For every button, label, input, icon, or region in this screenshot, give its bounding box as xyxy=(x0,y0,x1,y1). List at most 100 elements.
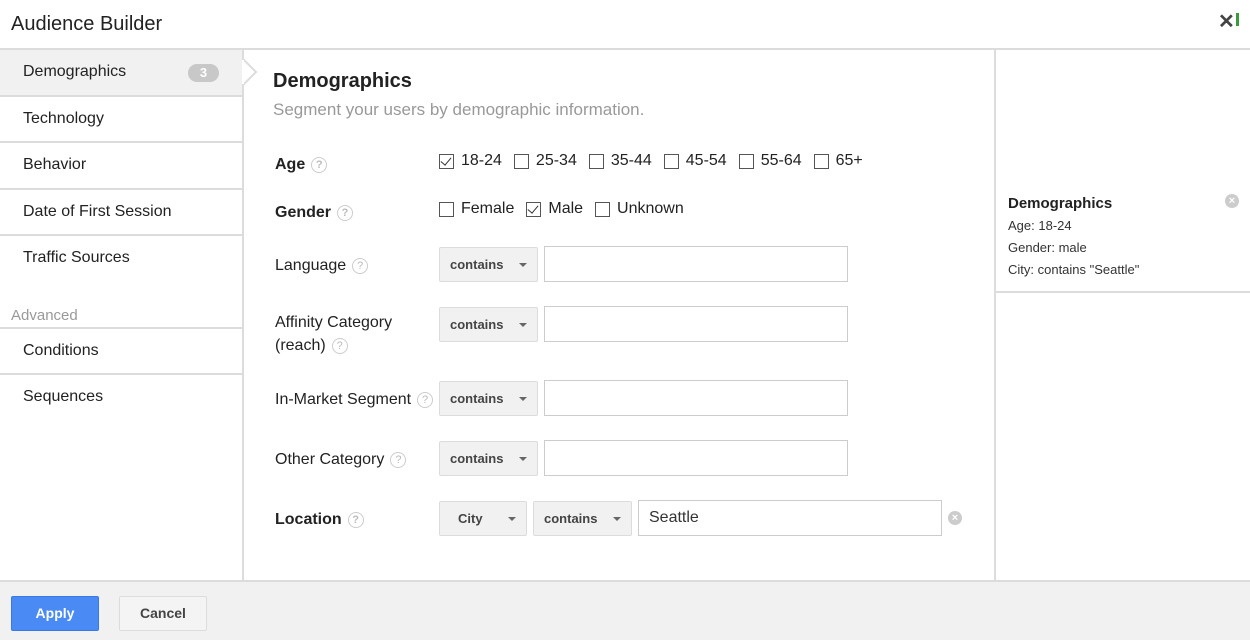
gender-checkbox-group: Female Male Unknown xyxy=(439,200,696,218)
close-indicator xyxy=(1236,13,1239,26)
help-icon[interactable]: ? xyxy=(352,257,369,274)
summary-title: Demographics xyxy=(1008,195,1113,212)
language-label: Language? xyxy=(275,254,369,277)
help-icon[interactable]: ? xyxy=(331,337,348,354)
help-icon[interactable]: ? xyxy=(390,451,407,468)
sidebar-item-label: Traffic Sources xyxy=(23,249,130,266)
location-label-text: Location xyxy=(275,511,342,528)
checkbox-label: 65+ xyxy=(835,152,863,169)
summary-line: Age: 18-24 xyxy=(1008,218,1072,233)
sidebar-item-demographics[interactable]: Demographics 3 xyxy=(0,50,242,97)
sidebar-item-label: Date of First Session xyxy=(23,202,172,220)
clear-location-icon[interactable]: × xyxy=(948,511,962,525)
checkbox[interactable] xyxy=(513,153,529,169)
remove-summary-icon[interactable]: × xyxy=(1225,194,1239,208)
sidebar-item-technology[interactable]: Technology xyxy=(0,97,242,143)
location-label: Location? xyxy=(275,508,364,531)
in-market-label-text: In-Market Segment xyxy=(275,391,412,408)
sidebar-item-traffic-sources[interactable]: Traffic Sources xyxy=(0,236,242,283)
sidebar-item-behavior[interactable]: Behavior xyxy=(0,143,242,190)
help-icon[interactable]: ? xyxy=(337,204,354,221)
sidebar-item-label: Demographics xyxy=(23,63,127,80)
sidebar-item-sequences[interactable]: Sequences xyxy=(0,375,242,422)
other-label-text: Other Category xyxy=(275,451,385,468)
age-label: Age? xyxy=(275,153,328,176)
affinity-operator-select[interactable]: contains xyxy=(439,307,538,342)
dialog-header: Audience Builder ✕ xyxy=(0,0,1250,50)
chevron-down-icon xyxy=(519,457,527,461)
gender-label: Gender? xyxy=(275,201,354,224)
in-market-segment-label: In-Market Segment? xyxy=(275,388,434,411)
select-value: contains xyxy=(450,391,504,406)
language-input[interactable] xyxy=(544,246,848,282)
checkbox-checked[interactable] xyxy=(526,201,542,217)
sidebar-item-label: Behavior xyxy=(23,156,87,173)
affinity-category-input[interactable] xyxy=(544,306,848,342)
other-category-label: Other Category? xyxy=(275,448,407,471)
checkbox-label: 25-34 xyxy=(535,152,577,169)
help-icon[interactable]: ? xyxy=(311,156,328,173)
checkbox-label: 45-54 xyxy=(685,152,727,169)
select-value: City xyxy=(458,511,483,526)
age-checkbox-35-44[interactable]: 35-44 xyxy=(588,152,652,170)
age-label-text: Age xyxy=(275,156,306,173)
summary-line: Gender: male xyxy=(1008,240,1087,255)
sidebar-item-label: Technology xyxy=(23,109,104,127)
close-icon[interactable]: ✕ xyxy=(1218,9,1235,34)
age-checkbox-55-64[interactable]: 55-64 xyxy=(738,152,802,170)
sidebar-item-label: Sequences xyxy=(23,388,104,405)
section-title: Demographics xyxy=(273,70,412,92)
affinity-label-line1: Affinity Category xyxy=(275,314,393,331)
age-checkbox-25-34[interactable]: 25-34 xyxy=(513,152,577,170)
summary-line: City: contains "Seattle" xyxy=(1008,262,1140,277)
location-operator-select[interactable]: contains xyxy=(533,501,632,536)
in-market-operator-select[interactable]: contains xyxy=(439,381,538,416)
help-icon[interactable]: ? xyxy=(417,391,434,408)
checkbox-checked[interactable] xyxy=(439,153,454,169)
gender-checkbox-male[interactable]: Male xyxy=(526,200,583,218)
other-operator-select[interactable]: contains xyxy=(439,441,538,476)
summary-card: Demographics × Age: 18-24 Gender: male C… xyxy=(996,180,1250,293)
chevron-down-icon xyxy=(519,263,527,267)
checkbox-label: Male xyxy=(548,200,584,217)
sidebar: Demographics 3 Technology Behavior Date … xyxy=(0,50,244,580)
select-value: contains xyxy=(450,257,504,272)
age-checkbox-65-plus[interactable]: 65+ xyxy=(813,152,863,170)
chevron-down-icon xyxy=(508,517,516,521)
checkbox[interactable] xyxy=(738,153,754,169)
age-checkbox-45-54[interactable]: 45-54 xyxy=(663,152,727,170)
summary-panel: Demographics × Age: 18-24 Gender: male C… xyxy=(994,50,1250,580)
checkbox[interactable] xyxy=(588,153,604,169)
age-checkbox-18-24[interactable]: 18-24 xyxy=(439,152,502,170)
other-category-input[interactable] xyxy=(544,440,848,476)
in-market-segment-input[interactable] xyxy=(544,380,848,416)
sidebar-item-conditions[interactable]: Conditions xyxy=(0,329,242,375)
select-value: contains xyxy=(544,511,598,526)
gender-checkbox-unknown[interactable]: Unknown xyxy=(595,200,684,218)
location-dimension-select[interactable]: City xyxy=(439,501,527,536)
section-heading-advanced: Advanced xyxy=(0,283,242,329)
language-operator-select[interactable]: contains xyxy=(439,247,538,282)
checkbox[interactable] xyxy=(663,153,679,169)
help-icon[interactable]: ? xyxy=(347,511,364,528)
checkbox-label: Unknown xyxy=(617,200,684,217)
affinity-label-line2: (reach) xyxy=(275,337,326,354)
checkbox[interactable] xyxy=(595,201,611,217)
select-value: contains xyxy=(450,451,504,466)
cancel-button[interactable]: Cancel xyxy=(119,596,207,631)
checkbox[interactable] xyxy=(813,153,829,169)
location-input[interactable] xyxy=(638,500,942,536)
chevron-down-icon xyxy=(519,323,527,327)
dialog-title: Audience Builder xyxy=(11,13,163,35)
count-badge: 3 xyxy=(188,64,219,82)
select-value: contains xyxy=(450,317,504,332)
checkbox[interactable] xyxy=(439,201,454,217)
gender-label-text: Gender xyxy=(275,204,332,221)
sidebar-item-date-of-first-session[interactable]: Date of First Session xyxy=(0,190,242,236)
gender-checkbox-female[interactable]: Female xyxy=(439,200,514,218)
affinity-category-label: Affinity Category (reach)? xyxy=(275,311,392,357)
main-panel: Demographics Segment your users by demog… xyxy=(244,50,994,580)
checkbox-label: 55-64 xyxy=(760,152,802,169)
checkbox-label: Female xyxy=(461,200,515,217)
apply-button[interactable]: Apply xyxy=(11,596,99,631)
